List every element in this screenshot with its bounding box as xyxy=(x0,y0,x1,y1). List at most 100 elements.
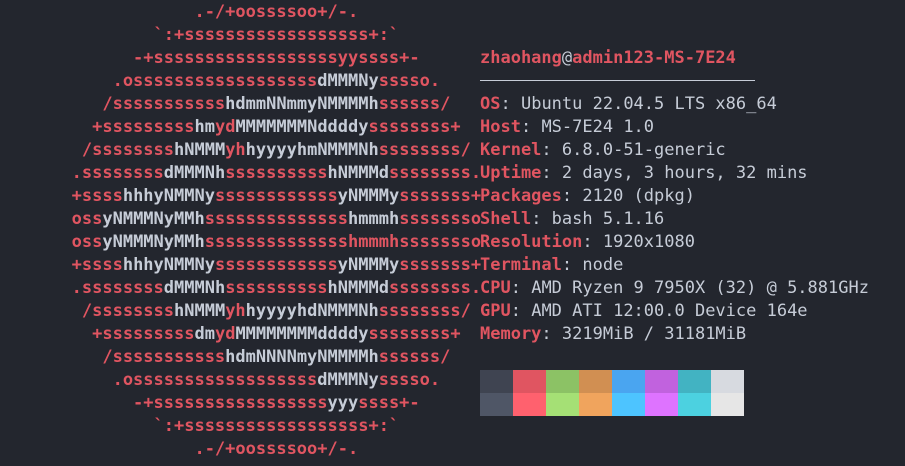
color-swatch-normal-2 xyxy=(546,370,579,393)
logo-segment: ssssssssss xyxy=(225,163,328,183)
logo-segment: .-/+oossssoo+/-. xyxy=(0,439,359,459)
info-value: 2 days, 3 hours, 32 mins xyxy=(561,163,808,183)
logo-segment: oss xyxy=(0,232,103,252)
logo-segment: yd xyxy=(214,117,236,137)
info-colon: : xyxy=(561,255,583,275)
logo-segment: ssssssssssss xyxy=(214,186,338,206)
logo-segment: ssssssssss xyxy=(225,278,328,298)
logo-segment: hNMMMd xyxy=(327,163,389,183)
info-colon: : xyxy=(561,186,583,206)
color-palette-normal xyxy=(480,370,744,393)
logo-segment: ssssssssssss xyxy=(214,255,338,275)
info-key: GPU xyxy=(480,301,511,321)
info-colon: : xyxy=(541,140,562,160)
color-swatch-normal-6 xyxy=(678,370,711,393)
color-swatch-bright-6 xyxy=(678,393,711,416)
info-key: CPU xyxy=(480,278,511,298)
logo-segment: `:+ssssssssssssssssss+:` xyxy=(0,416,400,436)
logo-segment: hNMMM xyxy=(174,140,226,160)
info-key: Resolution xyxy=(480,232,583,252)
color-swatch-normal-0 xyxy=(480,370,513,393)
logo-segment: /sssssssssss xyxy=(0,94,226,114)
logo-line: /ssssssssssshdmNNNNmyNMMMMhssssss/ xyxy=(0,346,450,369)
info-colon: : xyxy=(520,117,542,137)
info-value: 3219MiB / 31181MiB xyxy=(561,324,747,344)
logo-segment: sssssssssssssshmmmh xyxy=(204,232,400,252)
logo-segment: ssssssss/ xyxy=(378,301,471,321)
logo-segment: ssssssss+ xyxy=(368,117,461,137)
color-swatch-bright-5 xyxy=(645,393,678,416)
info-row-shell: Shell: bash 5.1.16 xyxy=(480,208,664,231)
logo-line: /sssssssshNMMMyhhyyyyhmNMMMNhssssssss/ xyxy=(0,139,471,162)
logo-segment: sssssss+ xyxy=(399,255,482,275)
info-row-terminal: Terminal: node xyxy=(480,254,623,277)
logo-segment: /ssssssss xyxy=(0,301,174,321)
logo-segment: +sssssssss xyxy=(0,324,195,344)
logo-segment: ssssss/ xyxy=(378,94,451,114)
info-key: Memory xyxy=(480,324,542,344)
logo-segment: hhhyNMMNy xyxy=(122,186,215,206)
terminal-window[interactable]: .-/+oossssoo+/-. `:+ssssssssssssssssss+:… xyxy=(0,0,905,466)
logo-segment: dMMMNh xyxy=(163,163,226,183)
color-swatch-bright-1 xyxy=(513,393,546,416)
logo-segment: .ossssssssssssssssss xyxy=(0,370,318,390)
logo-segment: dMMMNh xyxy=(163,278,226,298)
info-colon: : xyxy=(531,209,552,229)
logo-segment: .ossssssssssssssssss xyxy=(0,71,318,91)
logo-segment: +sssssssss xyxy=(0,117,195,137)
info-colon: : xyxy=(541,163,562,183)
logo-line: ossyNMMMNyMMhsssssssssssssshmmmhssssssso xyxy=(0,231,481,254)
logo-segment: ssssssss+ xyxy=(368,324,461,344)
logo-segment: .-/+oossssoo+/-. xyxy=(0,2,359,22)
info-row-host: Host: MS-7E24 1.0 xyxy=(480,116,654,139)
logo-segment: yNMMMy xyxy=(337,186,400,206)
info-value: MS-7E24 1.0 xyxy=(541,117,655,137)
logo-segment: ssssssss. xyxy=(388,278,482,298)
logo-line: `:+ssssssssssssssssss+:` xyxy=(0,415,400,438)
logo-segment: ssssssso xyxy=(399,232,482,252)
title-underline xyxy=(480,80,755,81)
logo-segment: yd xyxy=(214,324,236,344)
logo-line: +sssshhhyNMMNyssssssssssssyNMMMysssssss+ xyxy=(0,254,481,277)
color-palette-bright xyxy=(480,393,744,416)
logo-line: `:+ssssssssssssssssss+:` xyxy=(0,24,400,47)
logo-segment: .ssssssss xyxy=(0,163,164,183)
logo-line: .ossssssssssssssssssdMMMNysssso. xyxy=(0,369,441,392)
logo-segment: hdmNNNNmyNMMMMh xyxy=(225,347,379,367)
info-row-gpu: GPU: AMD ATI 12:00.0 Device 164e xyxy=(480,300,808,323)
logo-segment: sssso. xyxy=(378,370,441,390)
info-value: 1920x1080 xyxy=(602,232,695,252)
info-key: Terminal xyxy=(480,255,562,275)
info-key: OS xyxy=(480,94,501,114)
color-swatch-normal-3 xyxy=(579,370,612,393)
color-swatch-normal-1 xyxy=(513,370,546,393)
logo-segment: hmmmh xyxy=(348,209,400,229)
logo-line: .ossssssssssssssssssdMMMNysssso. xyxy=(0,70,441,93)
logo-segment: ssss+- xyxy=(358,393,420,413)
info-key: Kernel xyxy=(480,140,542,160)
logo-segment: hNMMM xyxy=(174,301,226,321)
info-key: Shell xyxy=(480,209,532,229)
logo-segment: hyyyyhmNMMMNh xyxy=(245,140,379,160)
info-row-kernel: Kernel: 6.8.0-51-generic xyxy=(480,139,726,162)
logo-segment: /ssssssss xyxy=(0,140,174,160)
info-key: Packages xyxy=(480,186,562,206)
logo-segment: yNMMMy xyxy=(337,255,400,275)
logo-segment: +ssss xyxy=(0,255,123,275)
color-swatch-bright-0 xyxy=(480,393,513,416)
logo-segment: MMMMMMMNddddy xyxy=(235,117,369,137)
logo-segment: MMMMMMMMddddy xyxy=(235,324,369,344)
info-row-memory: Memory: 3219MiB / 31181MiB xyxy=(480,323,746,346)
logo-segment: -+sssssssssssssssss xyxy=(0,393,328,413)
logo-segment: hNMMMd xyxy=(327,278,389,298)
info-value: Ubuntu 22.04.5 LTS x86_64 xyxy=(520,94,777,114)
logo-segment: ssssssso xyxy=(399,209,482,229)
info-value: bash 5.1.16 xyxy=(551,209,665,229)
logo-segment: -+ssssssssssssssssssyyssss+- xyxy=(0,48,420,68)
logo-line: /ssssssssssshdmmNNmmyNMMMMhssssss/ xyxy=(0,93,450,116)
logo-segment: yNMMMNyMMh xyxy=(102,232,205,252)
logo-segment: dMMMNy xyxy=(317,71,379,91)
logo-line: .-/+oossssoo+/-. xyxy=(0,438,358,461)
color-swatch-normal-7 xyxy=(711,370,744,393)
info-value: node xyxy=(582,255,624,275)
